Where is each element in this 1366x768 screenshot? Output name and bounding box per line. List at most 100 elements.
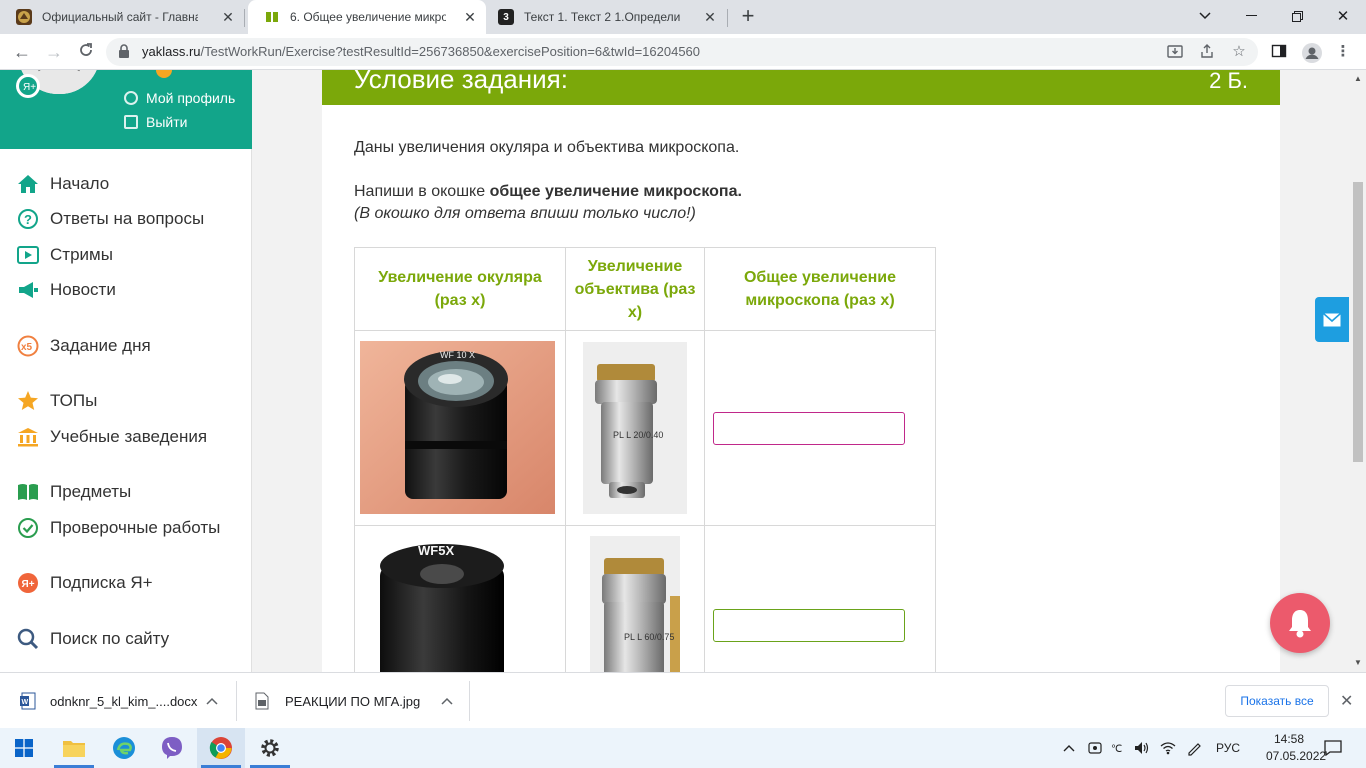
forward-arrow-icon[interactable]: → [42, 40, 66, 64]
show-hidden-icons-chevron[interactable] [1063, 728, 1075, 768]
pen-icon[interactable] [1186, 728, 1202, 768]
svg-text:℃: ℃ [1111, 744, 1122, 755]
task-points: 2 Б. [1209, 70, 1248, 93]
tab-title: Официальный сайт - Главная стр [42, 10, 198, 24]
check-circle-icon [16, 516, 40, 540]
user-circle-icon [124, 91, 138, 105]
ya-plus-icon: Я+ [16, 571, 40, 595]
start-button[interactable] [0, 728, 48, 768]
profile-avatar-icon[interactable] [1302, 43, 1322, 63]
sidebar-item-subscription[interactable]: Я+ Подписка Я+ [16, 571, 153, 595]
sidebar-item-daily-task[interactable]: x5 Задание дня [16, 334, 151, 358]
edge-button[interactable] [100, 728, 148, 768]
sidebar-item-subjects[interactable]: Предметы [16, 480, 131, 504]
profile-panel: Я+ Мой профиль Выйти [0, 70, 252, 149]
install-icon[interactable] [1166, 43, 1184, 61]
back-arrow-icon[interactable]: ← [10, 40, 34, 64]
clock-time: 14:58 [1273, 732, 1305, 746]
svg-text:x5: x5 [21, 342, 33, 353]
svg-text:W: W [22, 699, 29, 706]
restore-button[interactable] [1274, 0, 1320, 32]
input-method-icon[interactable]: ℃ [1111, 728, 1127, 768]
sidebar-item-label: Начало [50, 174, 110, 193]
sidebar-item-search[interactable]: Поиск по сайту [16, 627, 169, 651]
close-window-button[interactable]: ✕ [1320, 0, 1366, 32]
close-tab-icon[interactable]: ✕ [702, 9, 718, 26]
chevron-up-icon[interactable] [206, 694, 218, 708]
sidebar-item-answers[interactable]: ? Ответы на вопросы [16, 207, 204, 231]
mail-icon [1323, 312, 1341, 326]
system-clock[interactable]: 14:58 07.05.2022 [1266, 731, 1327, 765]
logout-icon [124, 115, 138, 129]
sidebar-item-streams[interactable]: Стримы [16, 243, 113, 267]
windows-taskbar: ℃ РУС 14:58 07.05.2022 [0, 728, 1366, 768]
notifications-bell-button[interactable] [1270, 593, 1330, 653]
file-explorer-button[interactable] [50, 728, 98, 768]
sidebar-item-tests[interactable]: Проверочные работы [16, 516, 220, 540]
feedback-mail-button[interactable] [1315, 297, 1349, 342]
logout-link[interactable]: Выйти [124, 114, 187, 130]
my-profile-link[interactable]: Мой профиль [124, 90, 235, 106]
task-panel: Условие задания: 2 Б. Даны увеличения ок… [322, 70, 1280, 672]
objective-image-2: PL L 60/0.75 [590, 536, 680, 672]
chrome-button[interactable] [197, 728, 245, 768]
browser-tab-2[interactable]: 6. Общее увеличение микроско ✕ [248, 0, 486, 34]
notification-center-icon[interactable] [1324, 728, 1342, 768]
show-all-downloads-button[interactable]: Показать все [1225, 685, 1329, 717]
url-host: yaklass.ru [142, 44, 201, 59]
ya-plus-badge-icon: Я+ [16, 74, 40, 98]
download-item-1[interactable]: W odnknr_5_kl_kim_....docx [20, 673, 232, 729]
meet-now-icon[interactable] [1088, 728, 1102, 768]
clock-date: 07.05.2022 [1266, 749, 1327, 763]
folder-icon [63, 741, 85, 757]
close-download-shelf-icon[interactable]: ✕ [1340, 691, 1353, 711]
book-icon [16, 480, 40, 504]
windows-logo-icon [15, 739, 33, 757]
sidebar-item-schools[interactable]: Учебные заведения [16, 425, 207, 449]
new-tab-button[interactable]: + [736, 4, 760, 28]
sidebar-item-tops[interactable]: ТОПы [16, 389, 97, 413]
sidebar-item-label: Задание дня [50, 336, 151, 355]
viber-button[interactable] [148, 728, 196, 768]
star-icon [16, 389, 40, 413]
sidebar-item-label: Проверочные работы [50, 518, 221, 537]
share-icon[interactable] [1198, 43, 1216, 61]
level-badge-icon [156, 70, 172, 78]
answer-input-row-2[interactable] [713, 609, 905, 642]
page-scrollbar[interactable]: ▲ ▼ [1350, 70, 1366, 672]
gear-icon [261, 739, 279, 757]
word-doc-icon: W [20, 692, 36, 710]
reload-icon[interactable] [74, 40, 98, 64]
address-bar[interactable]: yaklass.ru/TestWorkRun/Exercise?testResu… [106, 38, 1258, 66]
language-indicator[interactable]: РУС [1216, 728, 1240, 768]
answer-input-row-1[interactable] [713, 412, 905, 445]
column-header-objective: Увеличение объектива (раз x) [565, 247, 705, 331]
scroll-up-arrow-icon[interactable]: ▲ [1353, 74, 1363, 83]
sidebar-item-news[interactable]: Новости [16, 278, 116, 302]
volume-icon[interactable] [1134, 728, 1150, 768]
home-icon [16, 172, 40, 196]
download-item-2[interactable]: РЕАКЦИИ ПО МГА.jpg [255, 673, 467, 729]
scrollbar-thumb[interactable] [1353, 182, 1363, 462]
eyepiece-engraving: WF5X [418, 543, 454, 558]
megaphone-icon [16, 278, 40, 302]
sidebar-item-home[interactable]: Начало [16, 172, 109, 196]
lock-icon [118, 44, 130, 58]
settings-button[interactable] [246, 728, 294, 768]
browser-tab-3[interactable]: 3 Текст 1. Текст 2 1.Определите ст ✕ [482, 0, 726, 34]
close-tab-icon[interactable]: ✕ [220, 9, 236, 26]
sidebar: Я+ Мой профиль Выйти Начало ? Ответы на … [0, 70, 252, 672]
menu-dots-icon[interactable]: ⋮ [1334, 43, 1352, 61]
tab-search-button[interactable] [1182, 0, 1228, 32]
side-panel-icon[interactable] [1270, 43, 1288, 61]
instruction-prefix: Напиши в окошке [354, 183, 490, 200]
close-tab-icon[interactable]: ✕ [462, 9, 478, 26]
svg-text:Я+: Я+ [22, 579, 35, 590]
minimize-button[interactable] [1228, 0, 1274, 32]
bookmark-star-icon[interactable]: ☆ [1230, 43, 1248, 61]
browser-tab-1[interactable]: Официальный сайт - Главная стр ✕ [0, 0, 244, 34]
scroll-down-arrow-icon[interactable]: ▼ [1353, 658, 1363, 667]
wifi-icon[interactable] [1160, 728, 1176, 768]
eyepiece-image-1: WF 10 X [360, 341, 555, 514]
chevron-up-icon[interactable] [441, 694, 453, 708]
